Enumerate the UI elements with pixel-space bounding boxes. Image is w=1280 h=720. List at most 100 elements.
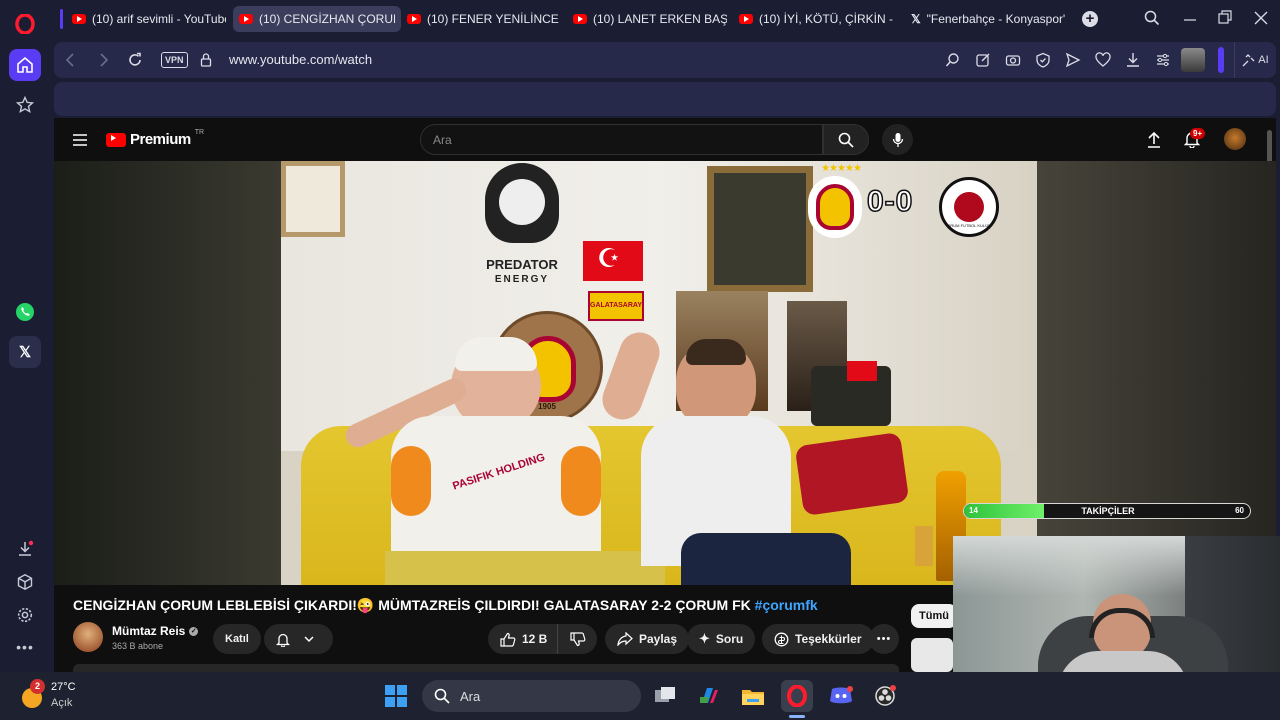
home-icon[interactable] (9, 49, 41, 81)
windows-start-icon[interactable] (380, 680, 412, 712)
share-button[interactable]: Paylaş (605, 624, 690, 654)
video-frame[interactable]: PREDATOR ENERGY ☪ GALATASARAY 1905 PASIF… (281, 161, 1037, 585)
vpn-badge[interactable]: VPN (161, 52, 188, 68)
blur-left (54, 161, 281, 585)
camera-snapshot-icon[interactable] (1005, 52, 1021, 73)
weather-temp: 27°C (51, 681, 76, 693)
ask-label: Soru (715, 632, 744, 646)
taskbar-search-icon (434, 688, 450, 704)
chevron-down-icon (304, 636, 314, 643)
search-icon (838, 132, 854, 148)
taskbar-search[interactable]: Ara (422, 680, 641, 712)
tab-label: (10) LANET ERKEN BAŞLA (593, 12, 727, 26)
tab-6[interactable]: 𝕏 "Fenerbahçe - Konyaspor" (905, 6, 1071, 32)
ask-button[interactable]: ✦ Soru (687, 624, 756, 654)
tab-search-icon[interactable] (1144, 10, 1160, 31)
file-explorer-icon[interactable] (737, 680, 769, 712)
description-box[interactable] (73, 664, 899, 672)
calligraphy-frame (707, 166, 813, 292)
tab-4[interactable]: (10) LANET ERKEN BAŞLA (567, 6, 733, 32)
reload-icon[interactable] (127, 52, 143, 73)
tab-5[interactable]: (10) İYİ, KÖTÜ, ÇİRKİN - A (733, 6, 899, 32)
youtube-header: Premium TR Ara 9+ (54, 118, 1276, 210)
dislike-button[interactable] (558, 624, 597, 654)
download-toolbar-icon[interactable] (1125, 52, 1141, 73)
easy-setup-icon[interactable] (1155, 52, 1171, 73)
heart-icon[interactable] (1095, 52, 1111, 73)
video-player[interactable]: PREDATOR ENERGY ☪ GALATASARAY 1905 PASIF… (54, 161, 1276, 585)
tab-label: (10) FENER YENİLİNCE DÜ (427, 12, 561, 26)
tab-2-active[interactable]: (10) CENGİZHAN ÇORUM (233, 6, 401, 32)
opera-taskbar-icon[interactable] (781, 680, 813, 712)
channel-name-link[interactable]: Mümtaz Reis ✓ (112, 624, 199, 638)
weather-widget[interactable]: 2 (20, 679, 45, 708)
tab-label: (10) arif sevimli - YouTube (92, 12, 226, 26)
chip-all[interactable]: Tümü (911, 604, 957, 628)
goal-target: 60 (1235, 506, 1244, 515)
task-view-icon[interactable] (649, 680, 681, 712)
restore-icon[interactable] (1218, 10, 1232, 31)
url-text[interactable]: www.youtube.com/watch (229, 52, 372, 67)
thumbs-down-icon (570, 631, 586, 646)
more-actions-icon[interactable]: ••• (869, 624, 899, 654)
tab-label: (10) İYİ, KÖTÜ, ÇİRKİN - A (759, 12, 893, 26)
x-twitter-icon[interactable]: 𝕏 (9, 336, 41, 368)
discord-icon[interactable] (825, 680, 857, 712)
close-window-icon[interactable] (1254, 10, 1268, 31)
search-input[interactable]: Ara (420, 124, 823, 155)
voice-search-button[interactable] (882, 124, 913, 155)
lock-icon[interactable] (200, 52, 212, 73)
follower-goal-bar: 14 TAKİPÇİLER 60 (963, 503, 1251, 519)
sparkle-icon: ✦ (699, 631, 710, 646)
download-icon[interactable] (9, 533, 41, 565)
microphone-icon (892, 132, 903, 147)
minimize-icon[interactable] (1183, 10, 1197, 31)
page-search-icon[interactable] (945, 52, 961, 73)
profile-avatar[interactable] (1181, 48, 1205, 72)
opera-logo-icon[interactable] (9, 8, 41, 40)
goal-label: TAKİPÇİLER (1081, 506, 1135, 516)
video-title-text: CENGİZHAN ÇORUM LEBLEBİSİ ÇIKARDI!😜 MÜMT… (73, 597, 751, 613)
shield-icon[interactable] (1035, 52, 1051, 73)
predator-energy-logo: PREDATOR ENERGY (477, 161, 567, 301)
account-avatar[interactable] (1224, 128, 1246, 150)
youtube-favicon-icon (72, 14, 86, 24)
video-title: CENGİZHAN ÇORUM LEBLEBİSİ ÇIKARDI!😜 MÜMT… (73, 597, 933, 614)
channel-avatar[interactable] (73, 622, 103, 652)
whatsapp-icon[interactable] (9, 296, 41, 328)
send-icon[interactable] (1065, 52, 1081, 73)
copilot-icon[interactable] (693, 680, 725, 712)
subscribe-bell-dropdown[interactable] (264, 624, 333, 654)
join-button[interactable]: Katıl (213, 624, 261, 654)
yellow-shorts (385, 551, 665, 585)
sidebar-toggle[interactable] (1218, 47, 1224, 73)
star-icon[interactable] (9, 89, 41, 121)
menu-hamburger-icon[interactable] (73, 133, 87, 151)
x-favicon-icon: 𝕏 (911, 12, 921, 26)
new-tab-plus-icon[interactable]: + (1082, 11, 1098, 27)
youtube-favicon-icon (239, 14, 253, 24)
thanks-button[interactable]: Teşekkürler (762, 624, 874, 654)
video-hashtag-link[interactable]: #çorumfk (755, 597, 818, 613)
search-button[interactable] (823, 124, 869, 155)
back-icon[interactable] (64, 52, 78, 73)
can (915, 526, 933, 566)
obs-icon[interactable] (869, 680, 901, 712)
upload-icon[interactable] (1147, 131, 1161, 153)
forward-icon[interactable] (96, 52, 110, 73)
recommended-thumbnail[interactable] (911, 638, 953, 672)
edit-icon[interactable] (975, 52, 991, 73)
aria-ai-button[interactable]: AI (1234, 42, 1276, 78)
ai-sparkle-icon (1242, 53, 1255, 66)
share-label: Paylaş (639, 632, 678, 646)
youtube-favicon-icon (573, 14, 587, 24)
youtube-premium-logo[interactable]: Premium TR (106, 129, 204, 148)
tab-3[interactable]: (10) FENER YENİLİNCE DÜ (401, 6, 567, 32)
verified-check-icon: ✓ (189, 626, 199, 636)
cube-extensions-icon[interactable] (9, 566, 41, 598)
more-icon[interactable]: ••• (9, 631, 41, 663)
tab-1[interactable]: (10) arif sevimli - YouTube (66, 6, 232, 32)
settings-gear-icon[interactable] (9, 599, 41, 631)
like-button[interactable]: 12 B (488, 624, 559, 654)
subscriber-count: 363 B abone (112, 641, 164, 651)
